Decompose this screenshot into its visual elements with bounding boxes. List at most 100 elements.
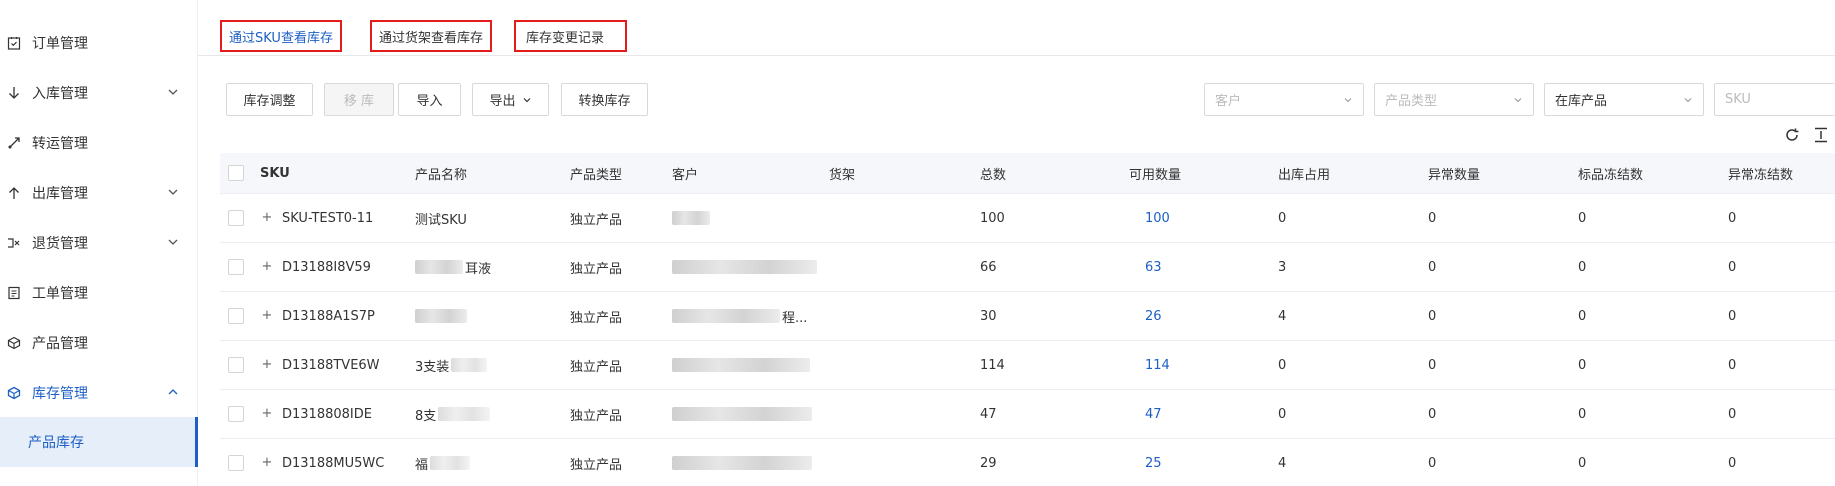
redacted-name xyxy=(438,407,491,421)
cell-total: 114 xyxy=(980,357,1005,373)
move-inventory-button[interactable]: 移 库 xyxy=(324,83,394,116)
cell-frozen-abn: 0 xyxy=(1728,406,1737,422)
column-height-icon[interactable] xyxy=(1812,126,1830,144)
select-all-checkbox[interactable] xyxy=(228,165,244,181)
workorder-icon xyxy=(6,285,22,301)
cell-frozen-std: 0 xyxy=(1578,210,1587,226)
cell-sku: D13188A1S7P xyxy=(282,308,375,324)
expand-plus-icon[interactable]: + xyxy=(260,259,274,274)
sidebar-item-transfer[interactable]: 转运管理 xyxy=(0,118,197,168)
chevron-down-icon xyxy=(168,189,178,195)
button-label: 库存调整 xyxy=(243,94,296,109)
import-button[interactable]: 导入 xyxy=(398,83,461,116)
cell-frozen-std: 0 xyxy=(1578,308,1587,324)
input-placeholder: SKU xyxy=(1725,92,1751,107)
tab-view-by-shelf[interactable]: 通过货架查看库存 xyxy=(370,20,493,52)
column-header: 出库占用 xyxy=(1278,167,1331,183)
cell-abnormal: 0 xyxy=(1428,357,1437,373)
sidebar-item-orders[interactable]: 订单管理 xyxy=(0,18,197,68)
cell-total: 30 xyxy=(980,308,997,324)
sidebar-item-inbound[interactable]: 入库管理 xyxy=(0,68,197,118)
sku-input[interactable]: SKU xyxy=(1714,83,1835,116)
cell-available-link[interactable]: 114 xyxy=(1145,341,1170,389)
cell-product-type: 独立产品 xyxy=(570,310,623,326)
cell-available-link[interactable]: 47 xyxy=(1145,390,1162,438)
expand-plus-icon[interactable]: + xyxy=(260,406,274,421)
cell-available-link[interactable]: 100 xyxy=(1145,194,1170,242)
row-checkbox[interactable] xyxy=(228,406,244,422)
cell-product-name: 耳液 xyxy=(465,261,492,277)
sidebar-item-label: 退货管理 xyxy=(32,236,88,252)
cell-outbound: 0 xyxy=(1278,210,1287,226)
column-header: 产品名称 xyxy=(415,167,468,183)
outbound-icon xyxy=(6,185,22,201)
tab-inventory-change-log[interactable]: 库存变更记录 xyxy=(514,20,627,52)
export-dropdown-button[interactable]: 导出 xyxy=(472,83,549,116)
inventory-table: SKU 产品名称 产品类型 客户 货架 总数 可用数量 出库占用 异常数量 标品… xyxy=(220,153,1835,486)
customer-select[interactable]: 客户 xyxy=(1204,83,1364,116)
cell-abnormal: 0 xyxy=(1428,406,1437,422)
button-label: 导入 xyxy=(416,94,443,109)
sidebar-item-outbound[interactable]: 出库管理 xyxy=(0,168,197,218)
sidebar-item-label: 产品管理 xyxy=(32,336,88,352)
table-row: + D13188TVE6W 3支装 独立产品 114 114 0 0 0 0 xyxy=(220,341,1835,390)
sidebar-item-label: 出库管理 xyxy=(32,186,88,202)
cell-product-name: 8支 xyxy=(415,408,437,424)
cell-available-link[interactable]: 26 xyxy=(1145,292,1162,340)
product-type-select[interactable]: 产品类型 xyxy=(1374,83,1534,116)
tab-view-by-sku[interactable]: 通过SKU查看库存 xyxy=(220,20,342,52)
cell-sku: SKU-TEST0-11 xyxy=(282,210,374,226)
redacted-customer xyxy=(672,407,812,421)
sidebar-item-returns[interactable]: 退货管理 xyxy=(0,218,197,268)
redacted-customer xyxy=(672,260,817,274)
row-checkbox[interactable] xyxy=(228,259,244,275)
sidebar-item-products[interactable]: 产品管理 xyxy=(0,318,197,368)
refresh-icon[interactable] xyxy=(1783,126,1801,144)
inventory-adjust-button[interactable]: 库存调整 xyxy=(226,83,313,116)
redacted-name xyxy=(415,309,467,323)
expand-plus-icon[interactable]: + xyxy=(260,357,274,372)
button-label: 导出 xyxy=(489,94,516,109)
convert-inventory-button[interactable]: 转换库存 xyxy=(561,83,648,116)
row-checkbox[interactable] xyxy=(228,455,244,471)
column-header: 总数 xyxy=(980,167,1007,183)
cell-total: 29 xyxy=(980,455,997,471)
button-label: 转换库存 xyxy=(578,94,631,109)
column-header[interactable]: SKU xyxy=(260,153,290,193)
cell-product-type: 独立产品 xyxy=(570,359,623,375)
table-row: + D13188I8V59 耳液 独立产品 66 63 3 0 0 0 xyxy=(220,243,1835,292)
cell-sku: D13188MU5WC xyxy=(282,455,385,471)
sidebar-item-inventory[interactable]: 库存管理 xyxy=(0,368,197,418)
cell-available-link[interactable]: 25 xyxy=(1145,439,1162,486)
cell-product-name: 福 xyxy=(415,457,429,473)
tab-label: 通过SKU查看库存 xyxy=(229,30,333,46)
redacted-name xyxy=(415,260,463,274)
select-placeholder: 产品类型 xyxy=(1385,94,1438,109)
row-checkbox[interactable] xyxy=(228,210,244,226)
main-content: 通过SKU查看库存 通过货架查看库存 库存变更记录 库存调整 移 库 导入 导出… xyxy=(198,0,1835,486)
table-row: + D13188A1S7P 独立产品 程... 30 26 4 0 0 0 xyxy=(220,292,1835,341)
cell-available-link[interactable]: 63 xyxy=(1145,243,1162,291)
chevron-down-icon xyxy=(523,97,530,102)
sidebar-item-workorders[interactable]: 工单管理 xyxy=(0,268,197,318)
column-header: 客户 xyxy=(672,167,699,183)
row-checkbox[interactable] xyxy=(228,357,244,373)
expand-plus-icon[interactable]: + xyxy=(260,308,274,323)
row-checkbox[interactable] xyxy=(228,308,244,324)
cell-total: 47 xyxy=(980,406,997,422)
expand-plus-icon[interactable]: + xyxy=(260,210,274,225)
select-placeholder: 客户 xyxy=(1215,94,1242,109)
cell-customer: 程... xyxy=(782,310,808,326)
cell-frozen-std: 0 xyxy=(1578,406,1587,422)
stock-status-select[interactable]: 在库产品 xyxy=(1544,83,1704,116)
sidebar-subitem-product-inventory[interactable]: 产品库存 xyxy=(0,417,198,467)
cell-sku: D13188TVE6W xyxy=(282,357,380,373)
tab-label: 库存变更记录 xyxy=(526,30,605,46)
expand-plus-icon[interactable]: + xyxy=(260,455,274,470)
redacted-customer xyxy=(672,456,812,470)
cell-frozen-abn: 0 xyxy=(1728,210,1737,226)
cell-frozen-abn: 0 xyxy=(1728,308,1737,324)
cell-abnormal: 0 xyxy=(1428,308,1437,324)
table-row: + SKU-TEST0-11 测试SKU 独立产品 100 100 0 0 0 … xyxy=(220,194,1835,243)
chevron-down-icon xyxy=(1684,98,1692,103)
